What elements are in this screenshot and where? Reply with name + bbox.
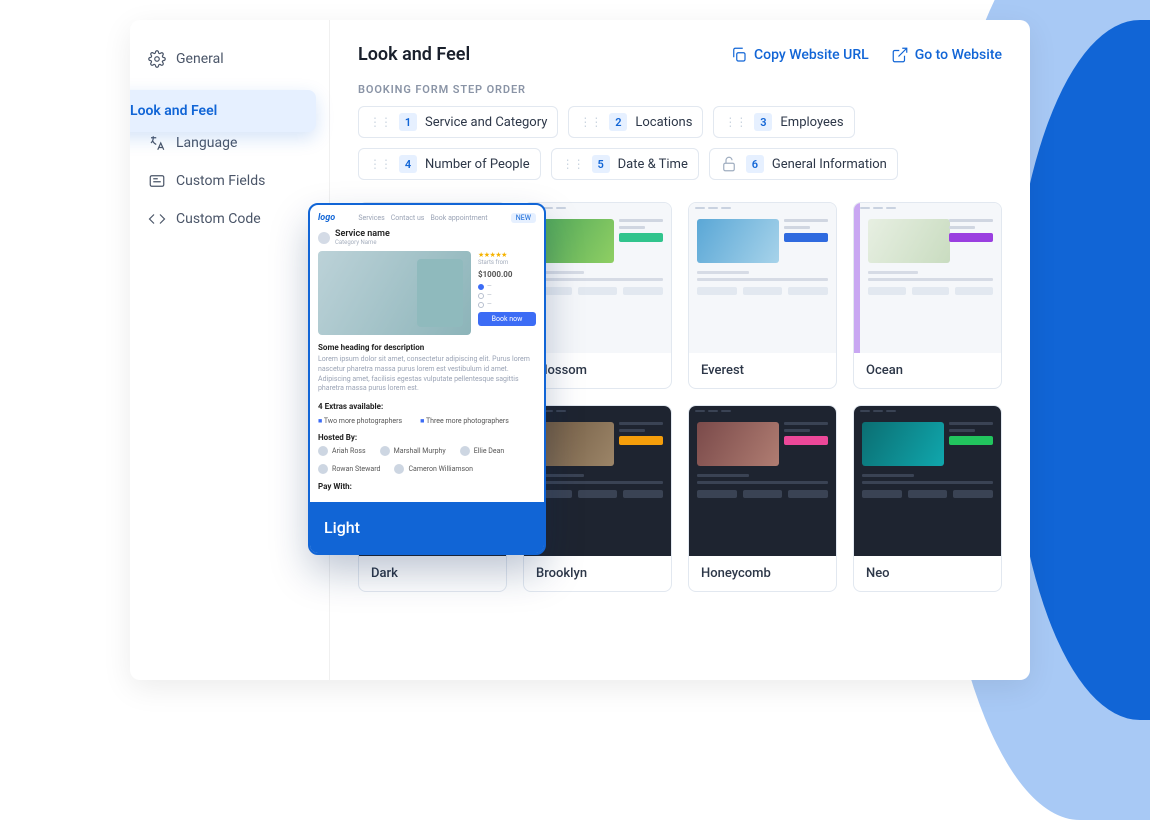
preview-host: Marshall Murphy: [394, 447, 446, 455]
theme-label: Light: [310, 502, 544, 553]
sidebar-item-label: Language: [176, 135, 237, 151]
link-label: Go to Website: [915, 47, 1002, 63]
sidebar-item-look-and-feel[interactable]: Look and Feel: [130, 90, 316, 132]
globe-icon: [148, 134, 166, 152]
copy-icon: [730, 46, 748, 64]
drag-handle-icon[interactable]: ⋮⋮: [369, 158, 391, 170]
theme-card-neo[interactable]: Neo: [853, 405, 1002, 592]
section-label: BOOKING FORM STEP ORDER: [358, 83, 1002, 96]
step-chip-people[interactable]: ⋮⋮ 4 Number of People: [358, 148, 541, 180]
preview-badge: NEW: [511, 213, 536, 223]
theme-label: Everest: [689, 353, 836, 388]
theme-card-light-featured[interactable]: logo Services Contact us Book appointmen…: [310, 205, 544, 553]
drag-handle-icon[interactable]: ⋮⋮: [579, 116, 601, 128]
step-number: 3: [754, 113, 772, 131]
sidebar-item-custom-fields[interactable]: Custom Fields: [130, 162, 329, 200]
theme-label: Dark: [359, 556, 506, 591]
preview-description: Lorem ipsum dolor sit amet, consectetur …: [318, 355, 536, 394]
settings-panel: General Language Custom Fields Custom Co…: [130, 20, 1030, 680]
preview-host: Ellie Dean: [474, 447, 505, 455]
preview-avatar: [318, 232, 330, 244]
page-title: Look and Feel: [358, 44, 470, 65]
preview-subheading: Some heading for description: [318, 343, 536, 352]
step-chip-employees[interactable]: ⋮⋮ 3 Employees: [713, 106, 854, 138]
step-number: 4: [399, 155, 417, 173]
preview-pay-heading: Pay With:: [318, 482, 536, 491]
step-label: Number of People: [425, 157, 530, 172]
step-label: Employees: [780, 115, 843, 130]
sidebar: General Language Custom Fields Custom Co…: [130, 20, 330, 680]
preview-nav-item: Book appointment: [430, 214, 487, 222]
step-chip-service[interactable]: ⋮⋮ 1 Service and Category: [358, 106, 558, 138]
preview-cta: Book now: [478, 312, 536, 326]
step-order-row: ⋮⋮ 1 Service and Category ⋮⋮ 2 Locations…: [358, 106, 1002, 180]
step-label: Service and Category: [425, 115, 547, 130]
theme-card-everest[interactable]: Everest: [688, 202, 837, 389]
form-icon: [148, 172, 166, 190]
step-chip-locations[interactable]: ⋮⋮ 2 Locations: [568, 106, 703, 138]
theme-label: Ocean: [854, 353, 1001, 388]
preview-service-name: Service name: [335, 229, 390, 239]
theme-label: Honeycomb: [689, 556, 836, 591]
preview-extra: Two more photographers: [318, 417, 402, 425]
theme-label: Neo: [854, 556, 1001, 591]
drag-handle-icon[interactable]: ⋮⋮: [369, 116, 391, 128]
step-chip-datetime[interactable]: ⋮⋮ 5 Date & Time: [551, 148, 699, 180]
sidebar-item-general[interactable]: General: [130, 40, 329, 78]
theme-label: Brooklyn: [524, 556, 671, 591]
preview-price: $1000.00: [478, 270, 536, 279]
lock-icon: [720, 155, 738, 173]
copy-website-url-button[interactable]: Copy Website URL: [730, 46, 869, 64]
preview-hosted-heading: Hosted By:: [318, 433, 536, 442]
step-number: 2: [609, 113, 627, 131]
step-label: Locations: [635, 115, 692, 130]
preview-extra: Three more photographers: [420, 417, 509, 425]
step-label: Date & Time: [618, 157, 688, 172]
theme-card-ocean[interactable]: Ocean: [853, 202, 1002, 389]
step-number: 1: [399, 113, 417, 131]
gear-icon: [148, 50, 166, 68]
step-chip-general-info[interactable]: 6 General Information: [709, 148, 898, 180]
preview-service-category: Category Name: [335, 239, 390, 246]
code-icon: [148, 210, 166, 228]
preview-nav-item: Services: [358, 214, 384, 222]
link-label: Copy Website URL: [754, 47, 869, 63]
drag-handle-icon[interactable]: ⋮⋮: [562, 158, 584, 170]
sidebar-item-custom-code[interactable]: Custom Code: [130, 200, 329, 238]
theme-card-blossom[interactable]: Blossom: [523, 202, 672, 389]
go-to-website-button[interactable]: Go to Website: [891, 46, 1002, 64]
preview-logo: logo: [318, 213, 335, 223]
preview-extras-heading: 4 Extras available:: [318, 402, 536, 411]
theme-card-honeycomb[interactable]: Honeycomb: [688, 405, 837, 592]
external-link-icon: [891, 46, 909, 64]
star-icon: ★★★★★: [478, 251, 536, 259]
sidebar-item-label: Custom Fields: [176, 173, 265, 189]
step-number: 5: [592, 155, 610, 173]
sidebar-item-label: General: [176, 51, 224, 67]
step-number: 6: [746, 155, 764, 173]
step-label: General Information: [772, 157, 887, 172]
sidebar-item-label: Look and Feel: [130, 103, 217, 119]
preview-host: Rowan Steward: [332, 465, 380, 473]
page-header: Look and Feel Copy Website URL Go to Web…: [358, 44, 1002, 65]
theme-label: Blossom: [524, 353, 671, 388]
theme-card-brooklyn[interactable]: Brooklyn: [523, 405, 672, 592]
preview-hero-image: [318, 251, 471, 335]
sidebar-item-label: Custom Code: [176, 211, 261, 227]
preview-host: Ariah Ross: [332, 447, 366, 455]
preview-nav-item: Contact us: [391, 214, 425, 222]
theme-preview: logo Services Contact us Book appointmen…: [310, 205, 544, 502]
preview-host: Cameron Williamson: [408, 465, 473, 473]
drag-handle-icon[interactable]: ⋮⋮: [724, 116, 746, 128]
